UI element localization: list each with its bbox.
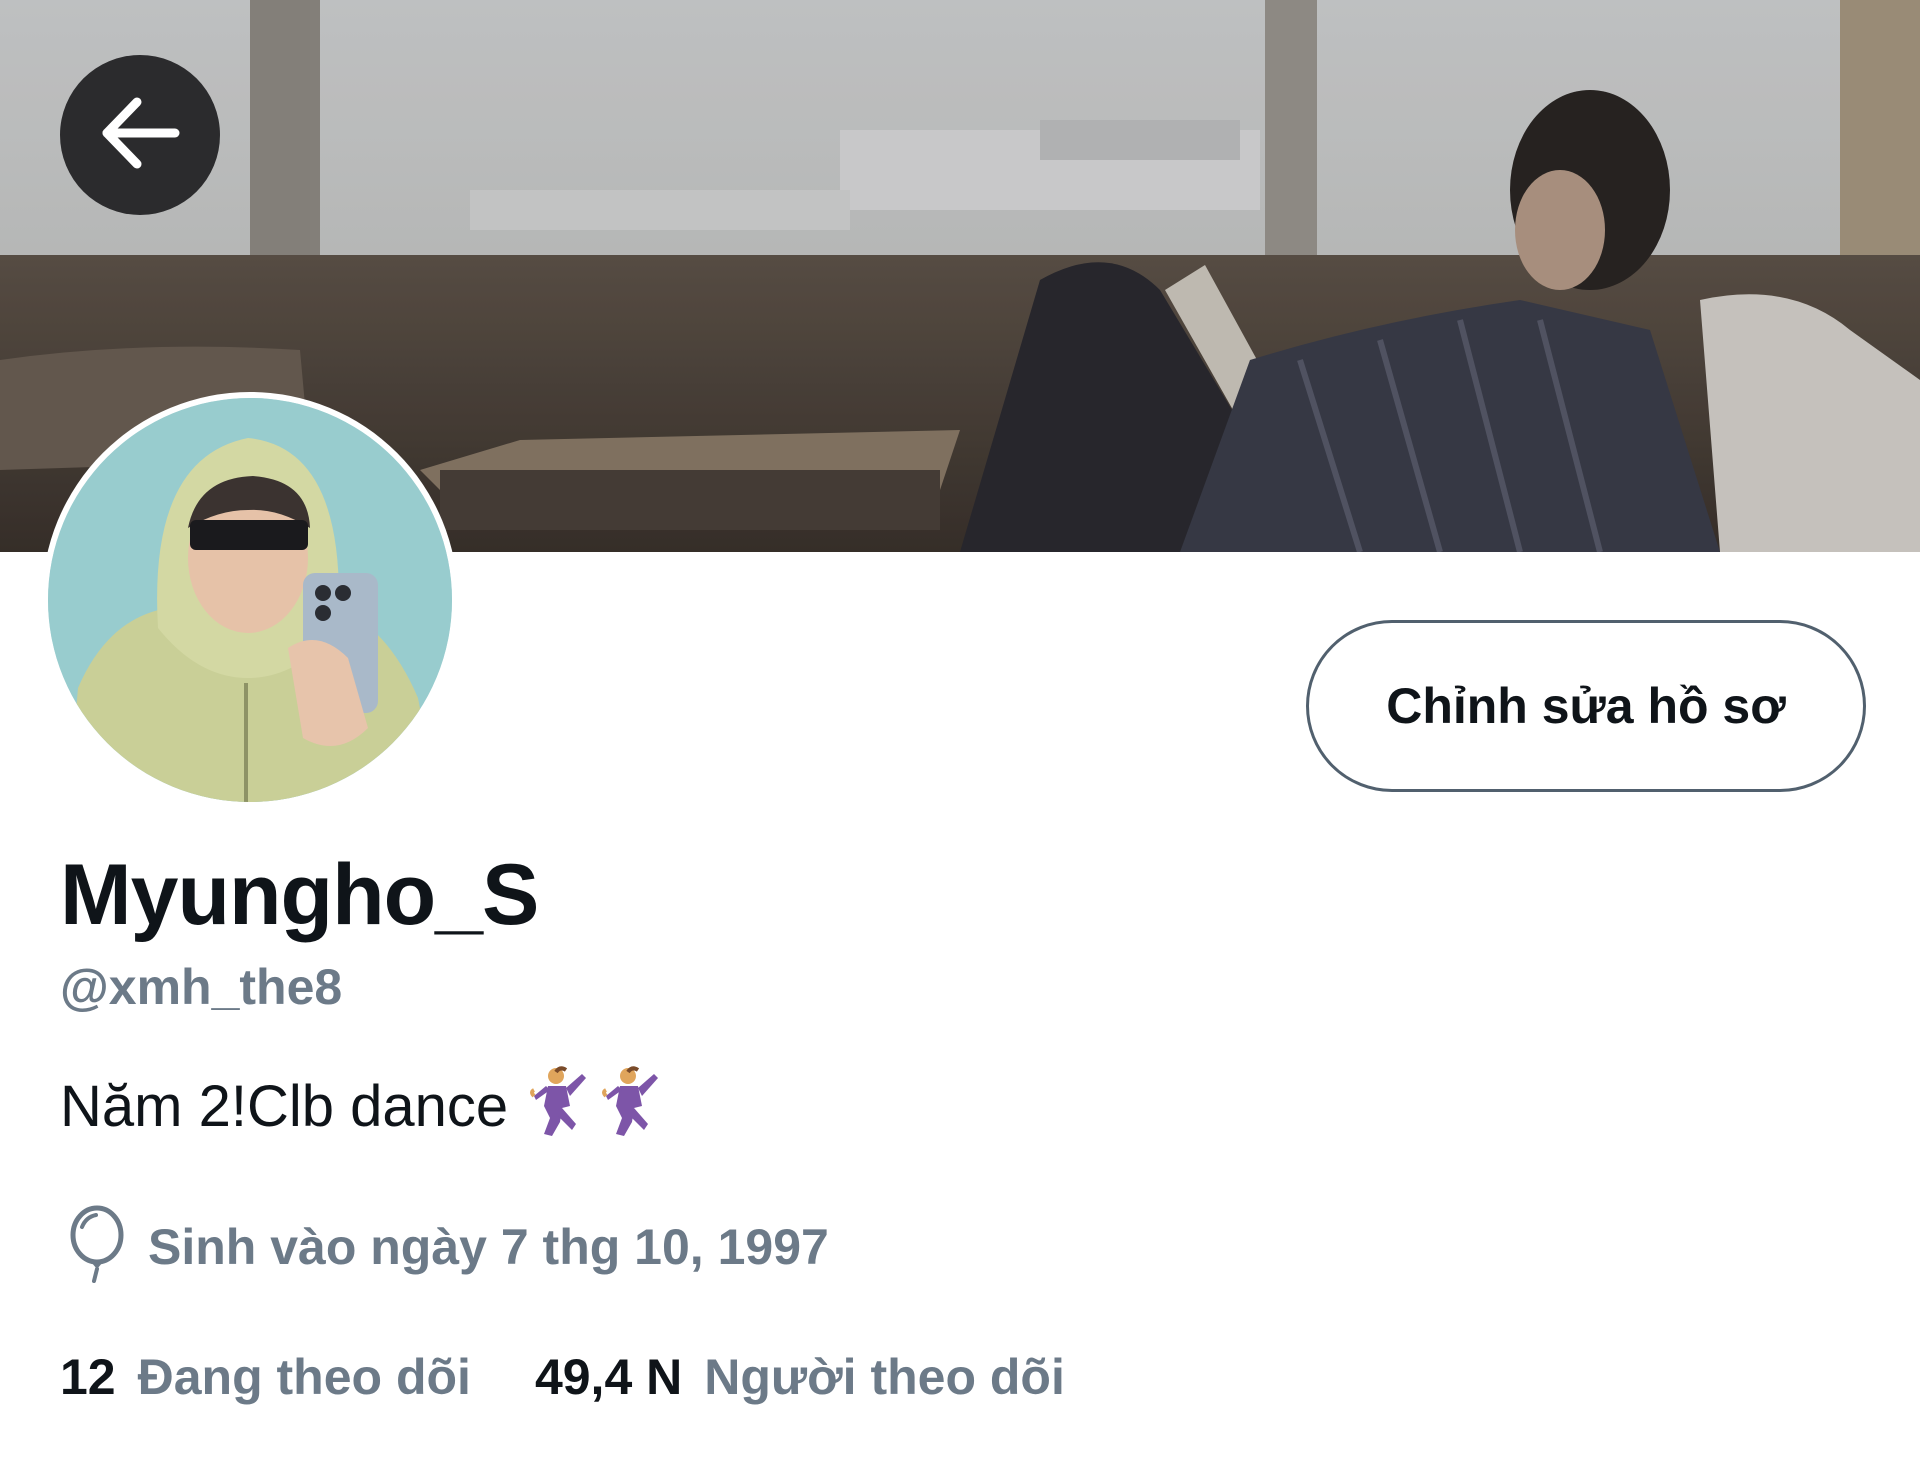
followers-link[interactable]: 49,4 N Người theo dõi xyxy=(535,1352,1065,1402)
man-dancing-emoji xyxy=(598,1066,664,1148)
back-button[interactable] xyxy=(60,55,220,215)
followers-label: Người theo dõi xyxy=(704,1349,1065,1405)
bio-text: Năm 2!Clb dance xyxy=(60,1074,509,1139)
following-count: 12 xyxy=(60,1349,116,1405)
display-name: Myungho_S xyxy=(60,847,539,943)
following-link[interactable]: 12 Đang theo dõi xyxy=(60,1352,471,1402)
bio: Năm 2!Clb dance xyxy=(60,1066,664,1148)
birthday-text: Sinh vào ngày 7 thg 10, 1997 xyxy=(148,1218,829,1275)
profile-page: Chỉnh sửa hồ sơ Myungho_S @xmh_the8 Năm … xyxy=(0,0,1920,1481)
edit-profile-button[interactable]: Chỉnh sửa hồ sơ xyxy=(1306,620,1866,792)
balloon-icon xyxy=(68,1205,126,1288)
man-dancing-emoji xyxy=(526,1066,592,1148)
avatar[interactable] xyxy=(48,398,452,802)
user-handle: @xmh_the8 xyxy=(60,959,343,1015)
following-label: Đang theo dõi xyxy=(137,1349,471,1405)
follow-stats: 12 Đang theo dõi 49,4 N Người theo dõi xyxy=(60,1352,1065,1402)
arrow-left-icon xyxy=(95,88,185,183)
birthday-info: Sinh vào ngày 7 thg 10, 1997 xyxy=(68,1205,829,1288)
bio-emoji-group xyxy=(526,1066,664,1148)
followers-count: 49,4 N xyxy=(534,1349,683,1405)
